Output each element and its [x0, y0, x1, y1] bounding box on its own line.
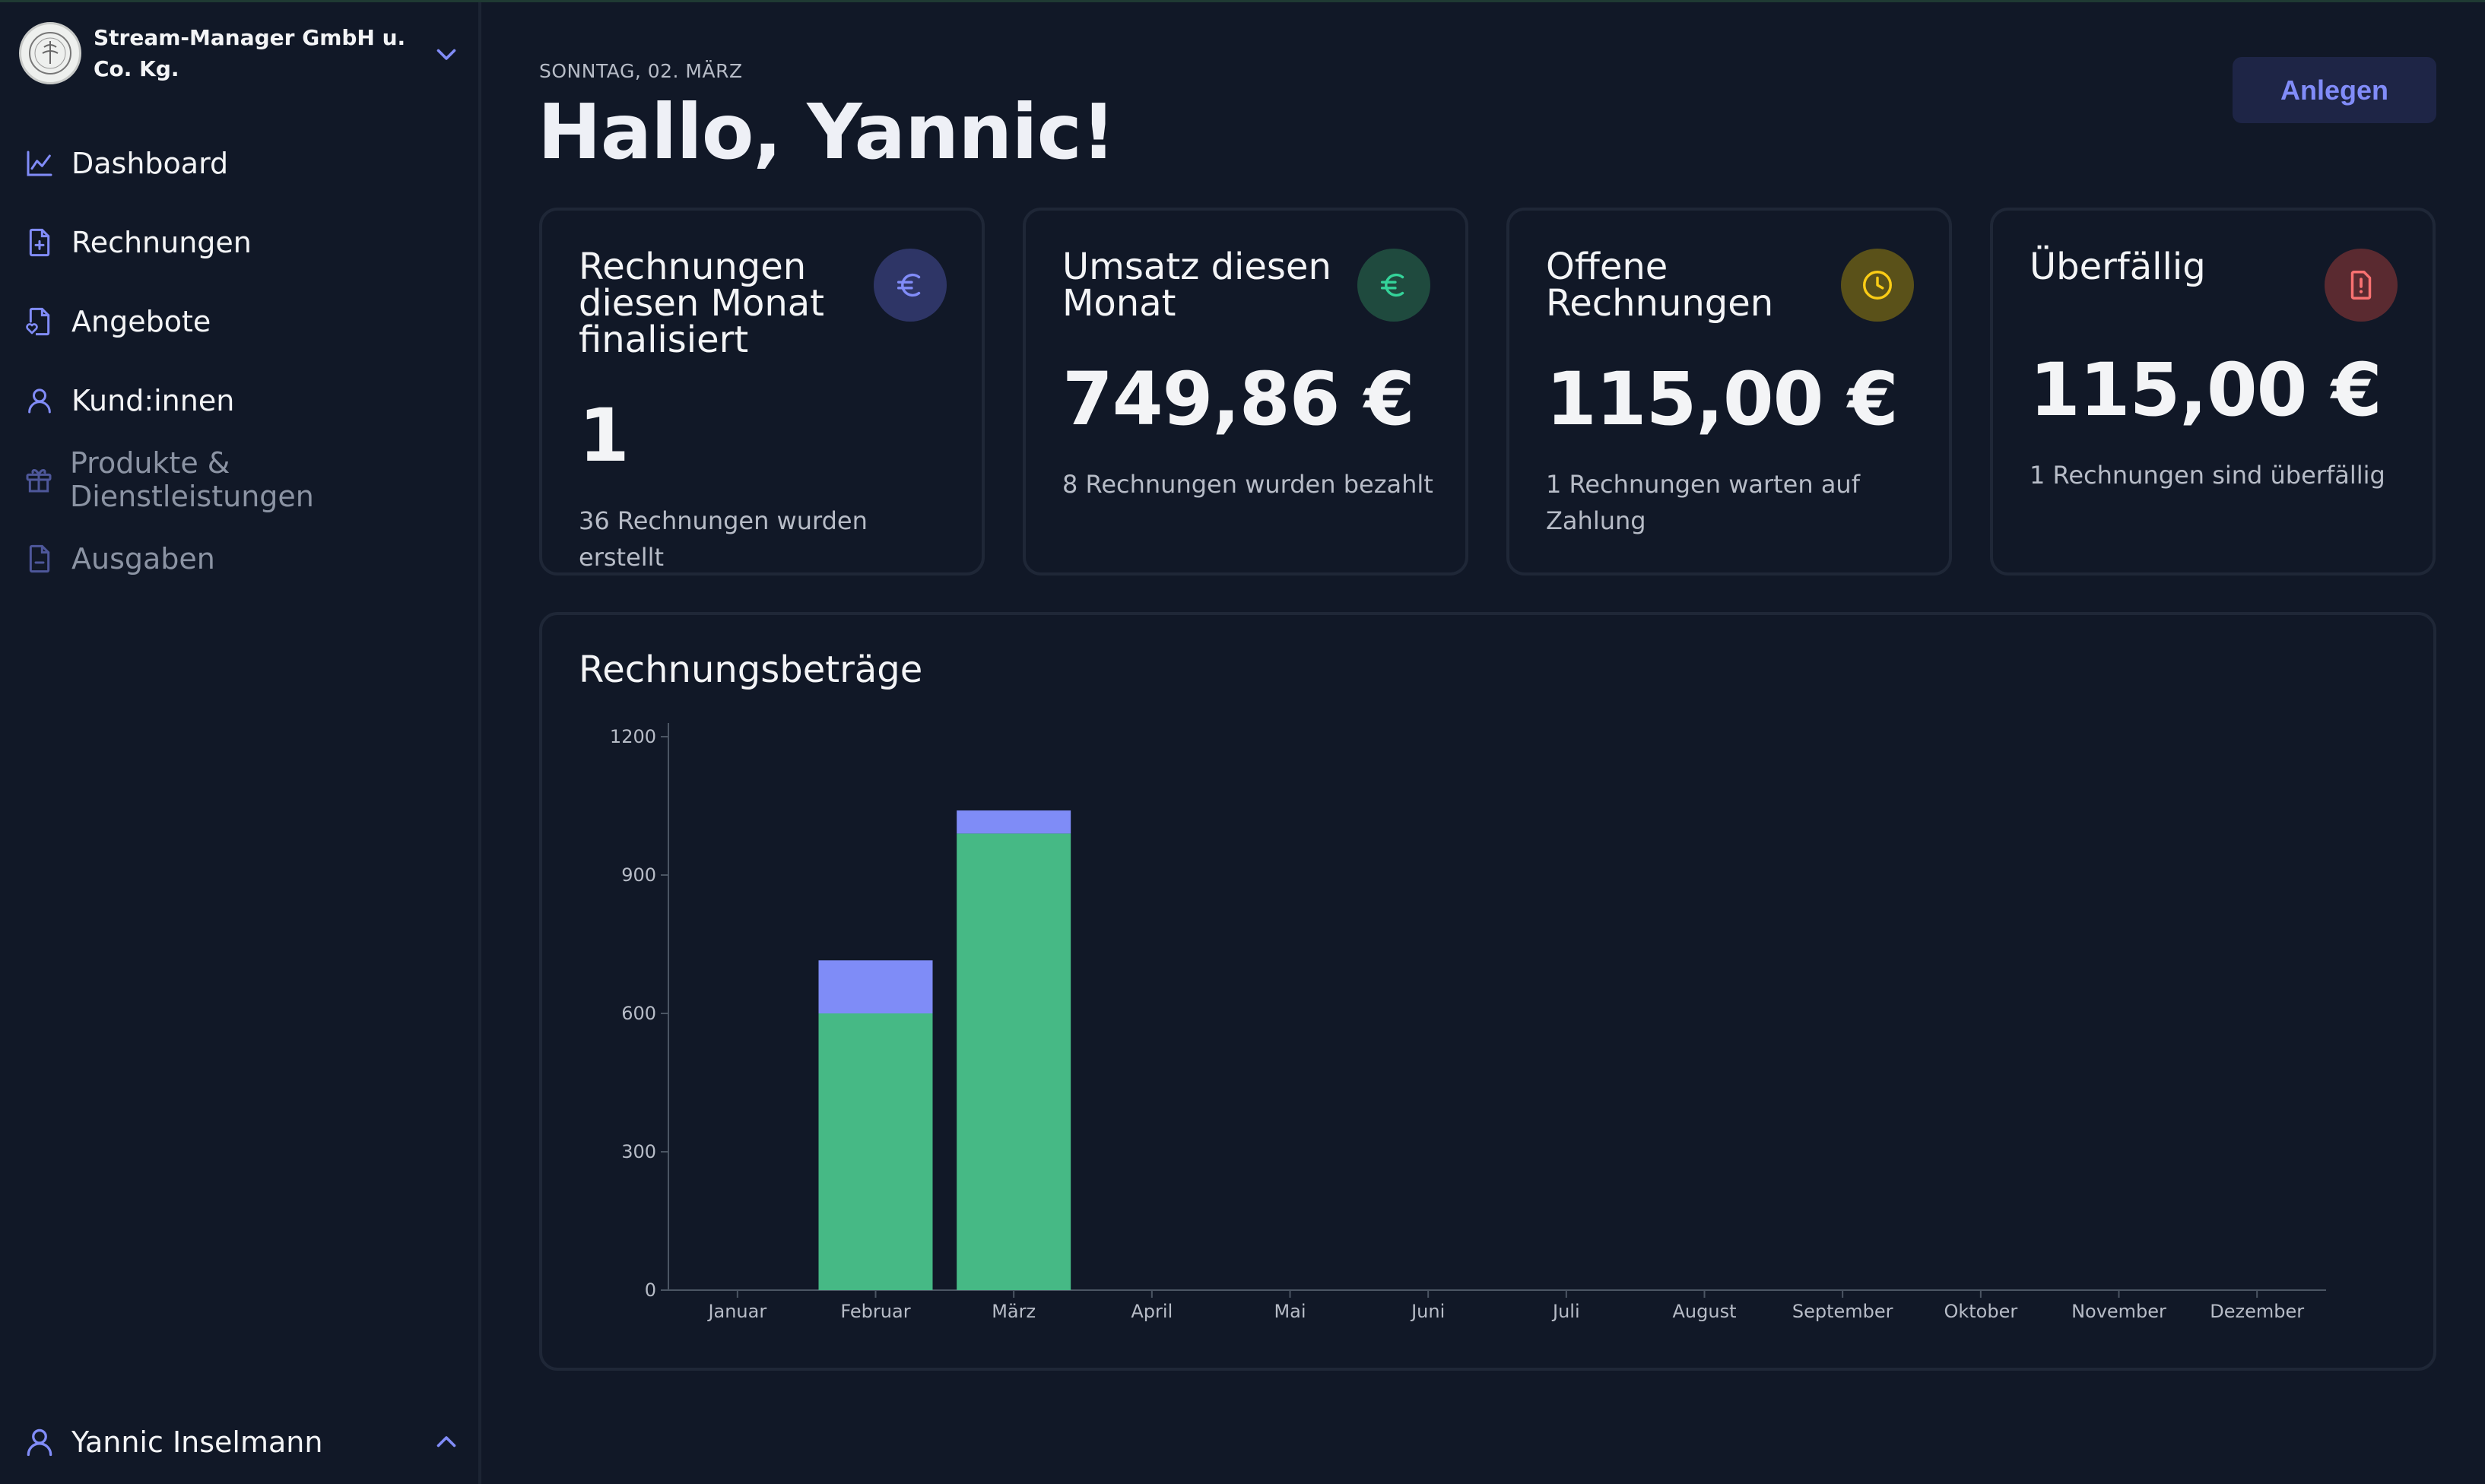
user-name: Yannic Inselmann — [71, 1425, 323, 1459]
card-title: Überfällig — [2030, 246, 2206, 288]
user-icon — [27, 1429, 52, 1457]
x-tick-label: November — [2071, 1301, 2166, 1322]
x-tick-label: Juli — [1551, 1301, 1580, 1322]
sidebar-item-label: Angebote — [71, 305, 211, 338]
x-tick-label: März — [992, 1301, 1036, 1322]
y-tick-label: 300 — [621, 1141, 656, 1162]
sidebar-item-label: Dashboard — [71, 147, 229, 180]
gift-icon — [23, 463, 55, 496]
current-date: SONNTAG, 02. MÄRZ — [539, 60, 743, 82]
card-subtext: 1 Rechnungen warten auf Zahlung — [1546, 470, 1860, 535]
org-logo — [19, 22, 81, 84]
sidebar-nav: Dashboard Rechnungen Angebote Kund:innen… — [23, 124, 464, 598]
y-tick-label: 0 — [645, 1279, 656, 1301]
card-subtext: 1 Rechnungen sind überfällig — [2030, 461, 2385, 490]
page-title: Hallo, Yannic! — [538, 87, 1116, 176]
y-tick-label: 900 — [621, 864, 656, 886]
x-tick-label: Juni — [1410, 1301, 1445, 1322]
card-value: 115,00 € — [2030, 347, 2382, 433]
sidebar-item-produkte[interactable]: Produkte & Dienstleistungen — [23, 440, 464, 519]
card-title: Umsatz diesen Monat — [1062, 246, 1331, 325]
org-switcher[interactable]: Stream-Manager GmbH u. Co. Kg. — [19, 19, 460, 87]
card-value: 749,86 € — [1062, 357, 1415, 442]
user-menu[interactable]: Yannic Inselmann — [23, 1416, 460, 1469]
alert-icon — [2325, 249, 2398, 322]
euro-icon — [874, 249, 947, 322]
bar-open-februar — [818, 960, 933, 1013]
stat-card-revenue: Umsatz diesen Monat 749,86 € 8 Rechnunge… — [1023, 208, 1468, 576]
card-title: Offene Rechnungen — [1546, 246, 1774, 325]
stat-cards: Rechnungen diesen Monat finalisiert 1 36… — [539, 208, 2436, 578]
x-tick-label: April — [1131, 1301, 1173, 1322]
sidebar-item-rechnungen[interactable]: Rechnungen — [23, 203, 464, 282]
file-plus-icon — [23, 226, 56, 259]
org-name: Stream-Manager GmbH u. Co. Kg. — [94, 25, 406, 81]
x-tick-label: Dezember — [2210, 1301, 2304, 1322]
y-tick-label: 600 — [621, 1003, 656, 1024]
sidebar-item-label: Ausgaben — [71, 542, 215, 576]
sidebar-item-kundinnen[interactable]: Kund:innen — [23, 361, 464, 440]
file-heart-icon — [23, 305, 56, 338]
sidebar-item-dashboard[interactable]: Dashboard — [23, 124, 464, 203]
x-tick-label: Mai — [1274, 1301, 1306, 1322]
bar-open-märz — [957, 810, 1071, 834]
sidebar-item-angebote[interactable]: Angebote — [23, 282, 464, 361]
card-title: Rechnungen diesen Monat finalisiert — [579, 246, 824, 361]
sidebar-item-label: Rechnungen — [71, 226, 252, 259]
card-value: 1 — [579, 393, 630, 478]
x-tick-label: September — [1792, 1301, 1893, 1322]
bar-paid-märz — [957, 833, 1071, 1290]
sidebar-item-ausgaben[interactable]: Ausgaben — [23, 519, 464, 598]
x-tick-label: Februar — [840, 1301, 910, 1322]
bar-paid-februar — [818, 1013, 933, 1290]
x-tick-label: Oktober — [1944, 1301, 2017, 1322]
stat-card-finalized: Rechnungen diesen Monat finalisiert 1 36… — [539, 208, 985, 576]
chart-icon — [23, 147, 56, 180]
x-tick-label: Januar — [706, 1301, 766, 1322]
file-minus-icon — [23, 542, 56, 576]
stat-card-overdue: Überfällig 115,00 € 1 Rechnungen sind üb… — [1990, 208, 2436, 576]
x-tick-label: August — [1673, 1301, 1737, 1322]
create-button[interactable]: Anlegen — [2233, 57, 2436, 123]
sidebar-item-label: Kund:innen — [71, 384, 235, 417]
chevron-down-icon[interactable] — [433, 40, 460, 68]
euro-icon — [1357, 249, 1430, 322]
invoice-amounts-chart: 0 300 600 900 1200 Januar Februar März April Mai J… — [610, 723, 2326, 1322]
invoice-amounts-chart-panel: Rechnungsbeträge 0 300 600 900 1200 Januar Feb… — [539, 612, 2436, 1371]
y-tick-label: 1200 — [610, 726, 656, 747]
clock-icon — [1841, 249, 1914, 322]
chevron-up-icon[interactable] — [433, 1429, 460, 1456]
main-content: SONNTAG, 02. MÄRZ Hallo, Yannic! Anlegen… — [484, 2, 2485, 1484]
card-subtext: 36 Rechnungen wurden erstellt — [579, 506, 868, 572]
stat-card-open: Offene Rechnungen 115,00 € 1 Rechnungen … — [1506, 208, 1952, 576]
sidebar-item-label: Produkte & Dienstleistungen — [69, 446, 314, 513]
sidebar: Stream-Manager GmbH u. Co. Kg. Dashboard… — [0, 2, 481, 1484]
user-icon — [23, 384, 56, 417]
card-value: 115,00 € — [1546, 357, 1899, 442]
card-subtext: 8 Rechnungen wurden bezahlt — [1062, 470, 1433, 499]
